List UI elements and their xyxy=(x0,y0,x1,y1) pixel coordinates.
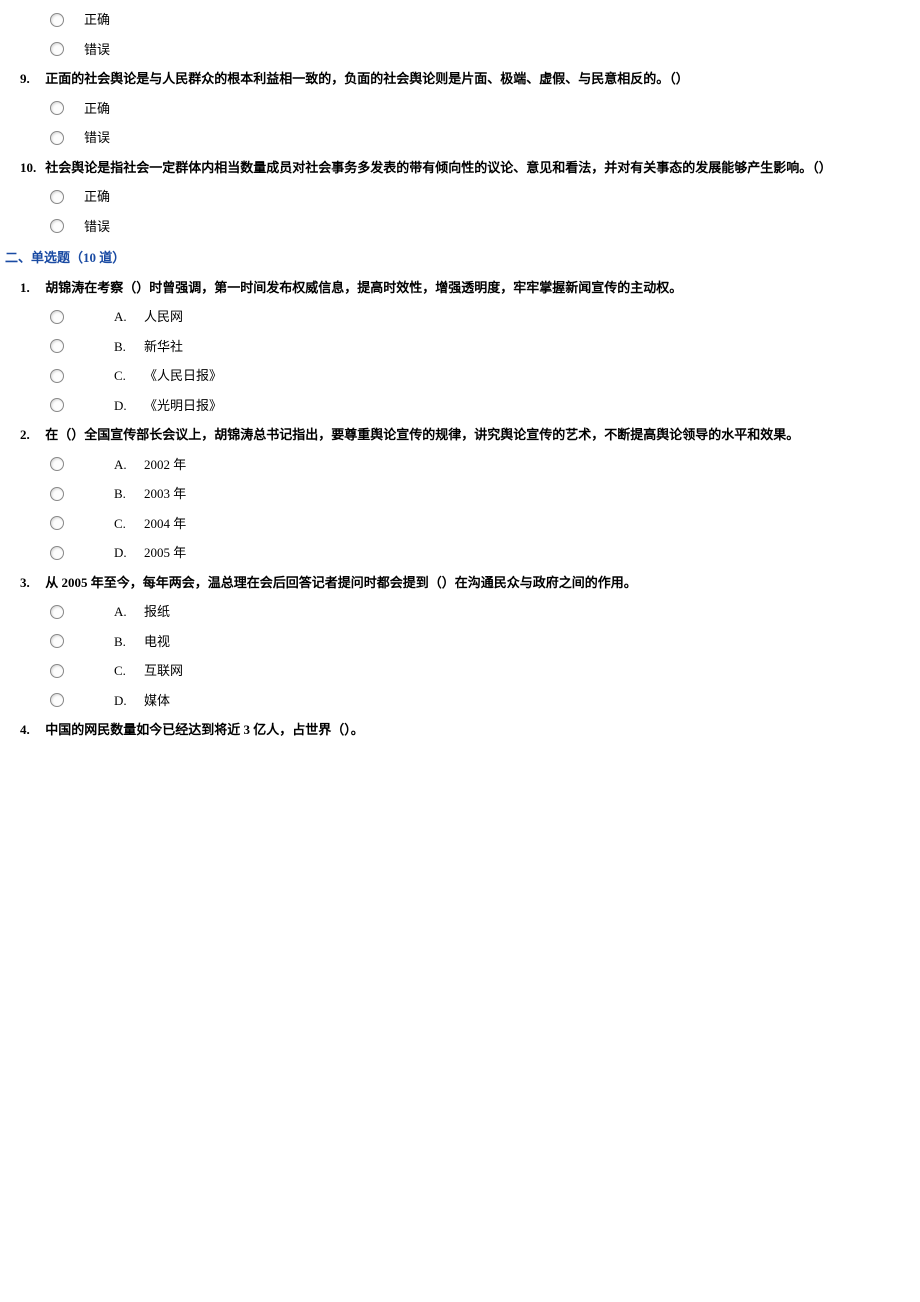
option-letter: B. xyxy=(114,484,144,504)
option-text: 2003 年 xyxy=(144,484,186,504)
option-letter: C. xyxy=(114,661,144,681)
radio-icon xyxy=(50,339,64,353)
section-2-header: 二、单选题（10 道） xyxy=(0,248,920,268)
option-text: 《光明日报》 xyxy=(144,396,222,416)
option-label: 错误 xyxy=(84,40,110,60)
mc-q1-option-a[interactable]: A. 人民网 xyxy=(0,307,920,327)
option-text: 互联网 xyxy=(144,661,183,681)
option-letter: B. xyxy=(114,337,144,357)
option-letter: D. xyxy=(114,691,144,711)
q10-option-correct[interactable]: 正确 xyxy=(0,187,920,207)
option-text: 新华社 xyxy=(144,337,183,357)
q10-option-wrong[interactable]: 错误 xyxy=(0,217,920,237)
option-label: 错误 xyxy=(84,128,110,148)
mc-q3-option-b[interactable]: B. 电视 xyxy=(0,632,920,652)
mc-q2-option-a[interactable]: A. 2002 年 xyxy=(0,455,920,475)
question-stem: 社会舆论是指社会一定群体内相当数量成员对社会事务多发表的带有倾向性的议论、意见和… xyxy=(45,160,832,175)
radio-icon xyxy=(50,101,64,115)
option-letter: C. xyxy=(114,514,144,534)
mc-q1-option-c[interactable]: C. 《人民日报》 xyxy=(0,366,920,386)
question-10: 10. 社会舆论是指社会一定群体内相当数量成员对社会事务多发表的带有倾向性的议论… xyxy=(0,158,920,237)
radio-icon xyxy=(50,487,64,501)
radio-icon xyxy=(50,664,64,678)
mc-q4-text: 4. 中国的网民数量如今已经达到将近 3 亿人，占世界（）。 xyxy=(0,720,920,740)
question-stem: 中国的网民数量如今已经达到将近 3 亿人，占世界（）。 xyxy=(45,722,364,737)
mc-q3-option-c[interactable]: C. 互联网 xyxy=(0,661,920,681)
mc-q1-option-b[interactable]: B. 新华社 xyxy=(0,337,920,357)
question-10-text: 10. 社会舆论是指社会一定群体内相当数量成员对社会事务多发表的带有倾向性的议论… xyxy=(0,158,920,178)
question-number: 4. xyxy=(20,720,42,740)
question-stem: 正面的社会舆论是与人民群众的根本利益相一致的，负面的社会舆论则是片面、极端、虚假… xyxy=(45,71,689,86)
radio-icon xyxy=(50,605,64,619)
radio-icon xyxy=(50,219,64,233)
radio-icon xyxy=(50,634,64,648)
mc-q2-option-b[interactable]: B. 2003 年 xyxy=(0,484,920,504)
question-number: 10. xyxy=(20,158,42,178)
radio-icon xyxy=(50,42,64,56)
option-text: 2005 年 xyxy=(144,543,186,563)
q8-option-wrong[interactable]: 错误 xyxy=(0,40,920,60)
question-number: 9. xyxy=(20,69,42,89)
radio-icon xyxy=(50,693,64,707)
question-9: 9. 正面的社会舆论是与人民群众的根本利益相一致的，负面的社会舆论则是片面、极端… xyxy=(0,69,920,148)
option-text: 2004 年 xyxy=(144,514,186,534)
question-stem: 胡锦涛在考察（）时曾强调，第一时间发布权威信息，提高时效性，增强透明度，牢牢掌握… xyxy=(45,280,682,295)
mc-question-3: 3. 从 2005 年至今，每年两会，温总理在会后回答记者提问时都会提到（）在沟… xyxy=(0,573,920,711)
mc-question-2: 2. 在（）全国宣传部长会议上，胡锦涛总书记指出，要尊重舆论宣传的规律，讲究舆论… xyxy=(0,425,920,563)
option-label: 正确 xyxy=(84,99,110,119)
option-letter: D. xyxy=(114,543,144,563)
question-number: 2. xyxy=(20,425,42,445)
option-label: 正确 xyxy=(84,10,110,30)
mc-q2-option-d[interactable]: D. 2005 年 xyxy=(0,543,920,563)
question-9-text: 9. 正面的社会舆论是与人民群众的根本利益相一致的，负面的社会舆论则是片面、极端… xyxy=(0,69,920,89)
radio-icon xyxy=(50,310,64,324)
option-label: 错误 xyxy=(84,217,110,237)
question-stem: 在（）全国宣传部长会议上，胡锦涛总书记指出，要尊重舆论宣传的规律，讲究舆论宣传的… xyxy=(45,427,799,442)
option-letter: C. xyxy=(114,366,144,386)
mc-q1-option-d[interactable]: D. 《光明日报》 xyxy=(0,396,920,416)
mc-q2-option-c[interactable]: C. 2004 年 xyxy=(0,514,920,534)
question-stem: 从 2005 年至今，每年两会，温总理在会后回答记者提问时都会提到（）在沟通民众… xyxy=(45,575,637,590)
radio-icon xyxy=(50,131,64,145)
mc-question-4: 4. 中国的网民数量如今已经达到将近 3 亿人，占世界（）。 xyxy=(0,720,920,740)
option-letter: D. xyxy=(114,396,144,416)
radio-icon xyxy=(50,398,64,412)
option-letter: A. xyxy=(114,307,144,327)
option-text: 媒体 xyxy=(144,691,170,711)
option-text: 人民网 xyxy=(144,307,183,327)
q9-option-correct[interactable]: 正确 xyxy=(0,99,920,119)
radio-icon xyxy=(50,369,64,383)
mc-q3-option-d[interactable]: D. 媒体 xyxy=(0,691,920,711)
mc-q2-text: 2. 在（）全国宣传部长会议上，胡锦涛总书记指出，要尊重舆论宣传的规律，讲究舆论… xyxy=(0,425,920,445)
option-text: 《人民日报》 xyxy=(144,366,222,386)
radio-icon xyxy=(50,516,64,530)
option-label: 正确 xyxy=(84,187,110,207)
q9-option-wrong[interactable]: 错误 xyxy=(0,128,920,148)
question-8-options: 正确 错误 xyxy=(0,10,920,59)
mc-question-1: 1. 胡锦涛在考察（）时曾强调，第一时间发布权威信息，提高时效性，增强透明度，牢… xyxy=(0,278,920,416)
q8-option-correct[interactable]: 正确 xyxy=(0,10,920,30)
question-number: 3. xyxy=(20,573,42,593)
option-text: 报纸 xyxy=(144,602,170,622)
mc-q3-text: 3. 从 2005 年至今，每年两会，温总理在会后回答记者提问时都会提到（）在沟… xyxy=(0,573,920,593)
option-letter: A. xyxy=(114,455,144,475)
option-letter: A. xyxy=(114,602,144,622)
question-number: 1. xyxy=(20,278,42,298)
radio-icon xyxy=(50,457,64,471)
mc-q3-option-a[interactable]: A. 报纸 xyxy=(0,602,920,622)
option-letter: B. xyxy=(114,632,144,652)
option-text: 2002 年 xyxy=(144,455,186,475)
radio-icon xyxy=(50,546,64,560)
radio-icon xyxy=(50,190,64,204)
radio-icon xyxy=(50,13,64,27)
mc-q1-text: 1. 胡锦涛在考察（）时曾强调，第一时间发布权威信息，提高时效性，增强透明度，牢… xyxy=(0,278,920,298)
option-text: 电视 xyxy=(144,632,170,652)
